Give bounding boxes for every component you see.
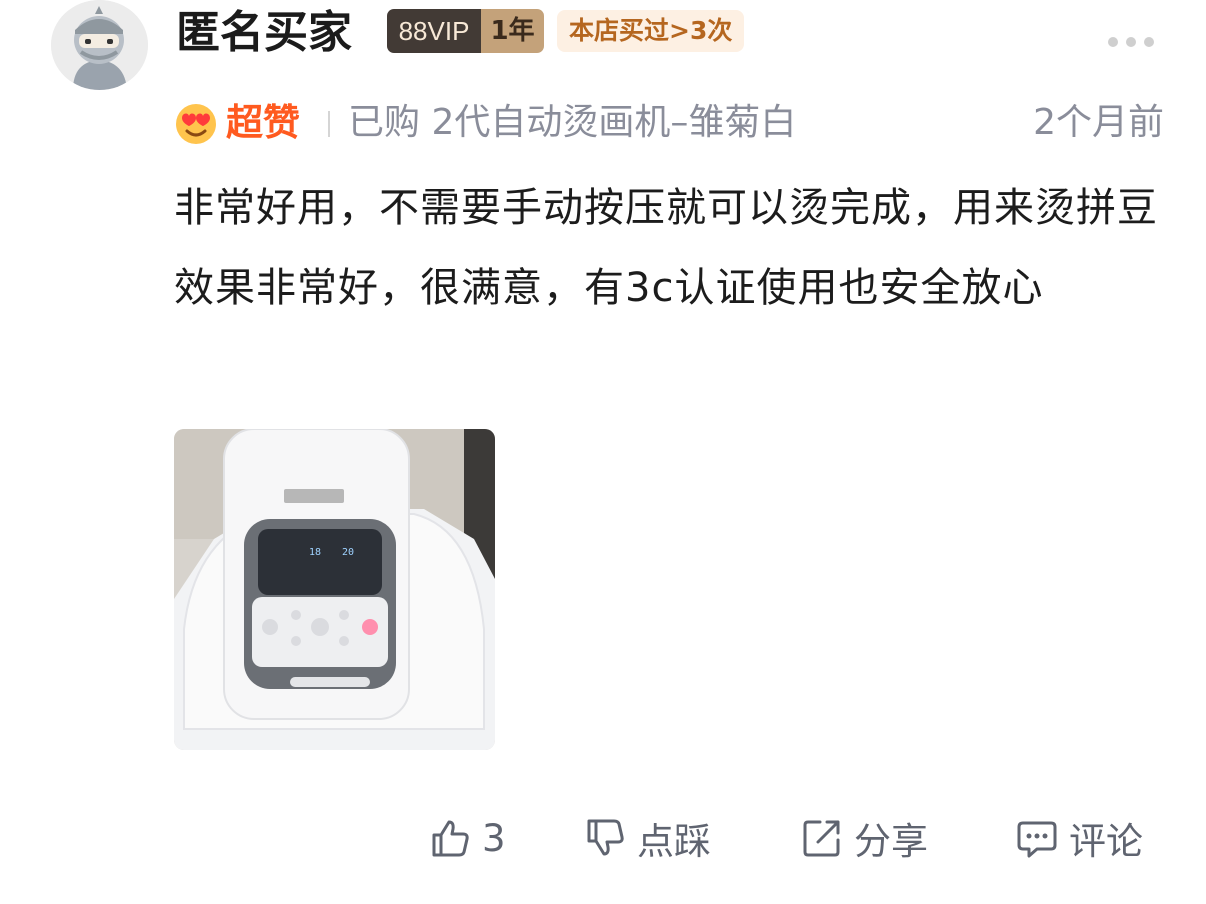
- thumbs-up-icon: [432, 820, 469, 857]
- rating-label: 超赞: [226, 101, 300, 144]
- ninja-avatar-icon: [51, 0, 148, 90]
- review-photo[interactable]: 18 20: [174, 429, 495, 750]
- avatar[interactable]: [51, 0, 148, 90]
- heat-press-photo-icon: 18 20: [174, 429, 495, 750]
- dot: [1108, 37, 1118, 47]
- svg-text:20: 20: [342, 547, 354, 558]
- dislike-label: 点踩: [637, 820, 711, 863]
- divider: [328, 111, 330, 137]
- like-button[interactable]: 3: [428, 810, 506, 866]
- username[interactable]: 匿名买家: [176, 6, 352, 60]
- review-time: 2个月前: [1033, 102, 1164, 143]
- dot: [1144, 37, 1154, 47]
- more-options-icon[interactable]: [1108, 28, 1158, 56]
- vip-years: 1年: [481, 9, 544, 53]
- like-count: 3: [482, 816, 506, 860]
- review-text: 非常好用，不需要手动按压就可以烫完成，用来烫拼豆效果非常好，很满意，有3c认证使…: [174, 185, 1158, 311]
- share-button[interactable]: 分享: [800, 810, 928, 866]
- repeat-buyer-badge: 本店买过>3次: [557, 10, 745, 52]
- thumbs-down-icon: [587, 819, 624, 856]
- share-icon: [803, 820, 840, 857]
- svg-text:18: 18: [309, 547, 321, 558]
- heart-eyes-emoji-icon: [176, 104, 216, 144]
- comment-button[interactable]: 评论: [1015, 810, 1143, 866]
- vip-badge: 88VIP 1年: [387, 9, 544, 53]
- action-bar: 3 点踩 分享 评论: [0, 810, 1206, 866]
- purchase-info[interactable]: 已购 2代自动烫画机–雏菊白: [348, 98, 796, 148]
- vip-label: 88VIP: [387, 9, 481, 53]
- dislike-button[interactable]: 点踩: [583, 810, 711, 866]
- comment-label: 评论: [1069, 820, 1143, 863]
- comment-icon: [1017, 821, 1057, 858]
- share-label: 分享: [854, 820, 928, 863]
- review-meta-row: 超赞 已购 2代自动烫画机–雏菊白 2个月前: [174, 98, 1164, 148]
- dot: [1126, 37, 1136, 47]
